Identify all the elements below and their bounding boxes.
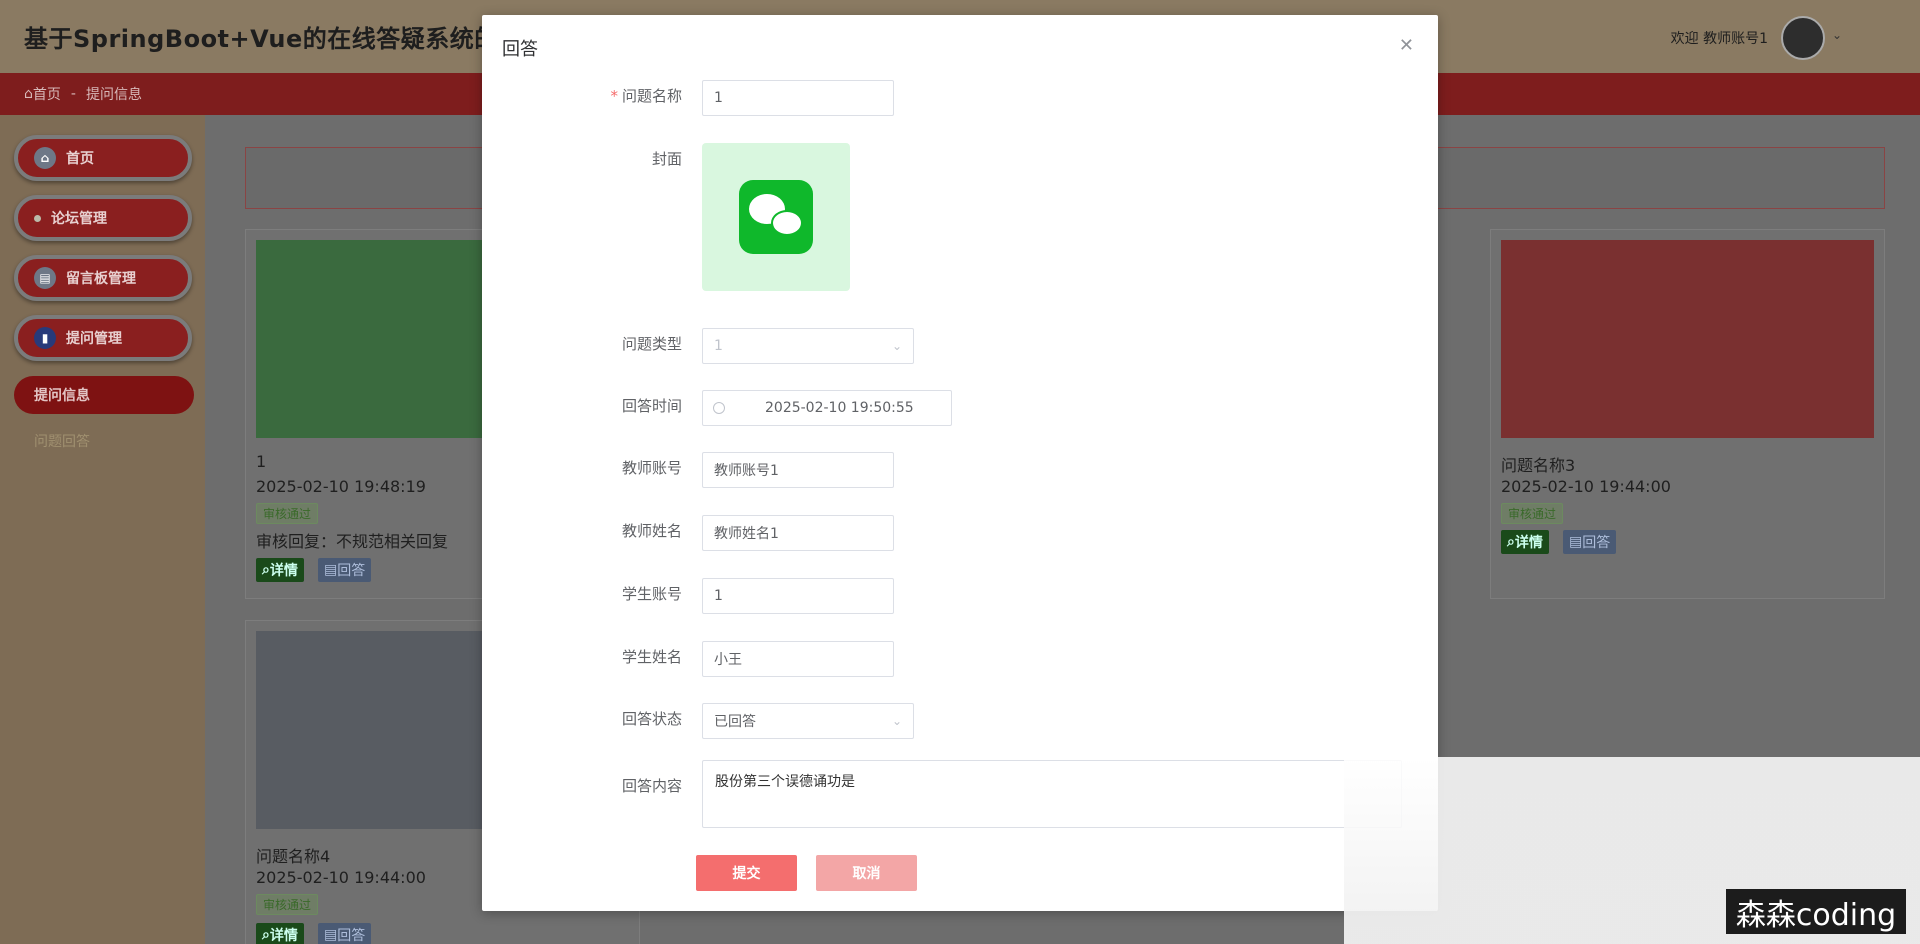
question-name-input[interactable]: 1 [702,80,894,116]
question-type-select[interactable]: 1 ⌄ [702,328,914,364]
sidebar-item-forum[interactable]: 论坛管理 [14,195,192,241]
card-title: 问题名称4 [256,847,331,866]
chevron-down-icon: ⌄ [891,339,902,353]
answer-status-label: 回答状态 [621,710,682,728]
sidebar-item-label: 留言板管理 [66,271,136,287]
student-account-input[interactable]: 1 [702,578,894,614]
answer-button[interactable]: ▤ 回答 [318,923,372,944]
required-mark: * [610,87,618,105]
dot-icon [34,214,41,222]
search-icon: ⌕ [262,562,270,578]
card-time: 2025-02-10 19:48:19 [256,477,426,496]
teacher-account-input[interactable]: 教师账号1 [702,452,894,488]
app-title: 基于SpringBoot+Vue的在线答疑系统的设计 [24,25,548,53]
question-card: 问题名称3 2025-02-10 19:44:00 审核通过 ⌕ 详情 ▤ 回答 [1490,229,1885,599]
student-account-label: 学生账号 [621,585,682,603]
doc-icon: ▤ [324,927,338,943]
sidebar-item-question-info[interactable]: 提问信息 [14,376,194,414]
card-title: 1 [256,452,267,471]
question-type-label: 问题类型 [621,335,682,353]
home-icon: ⌂ [24,86,33,102]
doc-icon: ▤ [1569,534,1583,550]
search-icon: ⌕ [262,927,270,943]
chevron-down-icon: ⌄ [891,714,902,728]
answer-label: 回答 [337,928,366,944]
detail-label: 详情 [1514,535,1543,551]
wechat-icon [739,180,813,254]
clock-icon [713,402,725,414]
status-badge: 审核通过 [1501,503,1564,524]
detail-button[interactable]: ⌕ 详情 [256,558,304,582]
answer-content-label: 回答内容 [621,777,682,795]
answer-label: 回答 [1582,535,1611,551]
select-value: 1 [714,338,723,354]
answer-label: 回答 [337,563,366,579]
dialog-title: 回答 [502,39,538,60]
search-icon: ⌕ [1507,534,1515,550]
select-value: 已回答 [714,714,756,730]
student-name-input[interactable]: 小王 [702,641,894,677]
breadcrumb-current: 提问信息 [85,87,142,103]
watermark: 森森coding [1726,889,1906,934]
book-icon: ▮ [34,327,56,349]
detail-label: 详情 [269,928,298,944]
sidebar-item-home[interactable]: ⌂ 首页 [14,135,192,181]
card-time: 2025-02-10 19:44:00 [1501,477,1671,496]
detail-label: 详情 [269,563,298,579]
chevron-down-icon[interactable]: ⌄ [1832,28,1842,42]
breadcrumb-separator: - [70,86,76,102]
cover-upload[interactable] [702,143,850,291]
close-icon[interactable]: ✕ [1399,35,1414,56]
cancel-button[interactable]: 取消 [816,855,917,891]
teacher-name-label: 教师姓名 [621,522,682,540]
answer-time-picker[interactable]: 2025-02-10 19:50:55 [702,390,952,426]
doc-icon: ▤ [324,562,338,578]
home-icon: ⌂ [34,147,56,169]
teacher-name-input[interactable]: 教师姓名1 [702,515,894,551]
avatar[interactable] [1781,16,1825,60]
answer-button[interactable]: ▤ 回答 [1563,530,1617,554]
question-name-label: * 问题名称 [610,85,682,106]
cover-label: 封面 [651,150,682,168]
card-time: 2025-02-10 19:44:00 [256,868,426,887]
sidebar-item-label: 首页 [66,151,94,167]
sidebar-item-question-answer[interactable]: 问题回答 [34,431,90,451]
breadcrumb-home[interactable]: 首页 [33,84,61,104]
card-title: 问题名称3 [1501,456,1576,475]
detail-button[interactable]: ⌕ 详情 [1501,530,1549,554]
sidebar-item-messageboard[interactable]: ▤ 留言板管理 [14,255,192,301]
answer-button[interactable]: ▤ 回答 [318,558,372,582]
answer-content-textarea[interactable]: 股份第三个误德诵功是 [702,760,1402,828]
date-value: 2025-02-10 19:50:55 [765,400,914,416]
sidebar: ⌂ 首页 论坛管理 ▤ 留言板管理 ▮ 提问管理 [0,115,205,944]
label-text: 问题名称 [621,87,682,105]
student-name-label: 学生姓名 [621,648,682,666]
sidebar-item-label: 提问管理 [66,331,122,347]
board-icon: ▤ [34,267,56,289]
sidebar-item-questions[interactable]: ▮ 提问管理 [14,315,192,361]
answer-time-label: 回答时间 [621,397,682,415]
submit-button[interactable]: 提交 [696,855,797,891]
answer-status-select[interactable]: 已回答 ⌄ [702,703,914,739]
card-reply: 审核回复：不规范相关回复 [256,532,449,551]
sidebar-item-label: 论坛管理 [51,211,107,227]
status-badge: 审核通过 [256,503,319,524]
answer-dialog: 回答 ✕ * 问题名称 1 封面 问题类型 1 ⌄ 回答时间 2025-02-10 … [482,15,1438,911]
teacher-account-label: 教师账号 [621,459,682,477]
welcome-text: 欢迎 教师账号1 [1670,31,1768,47]
detail-button[interactable]: ⌕ 详情 [256,923,304,944]
card-cover-image [1501,240,1874,438]
status-badge: 审核通过 [256,894,319,915]
